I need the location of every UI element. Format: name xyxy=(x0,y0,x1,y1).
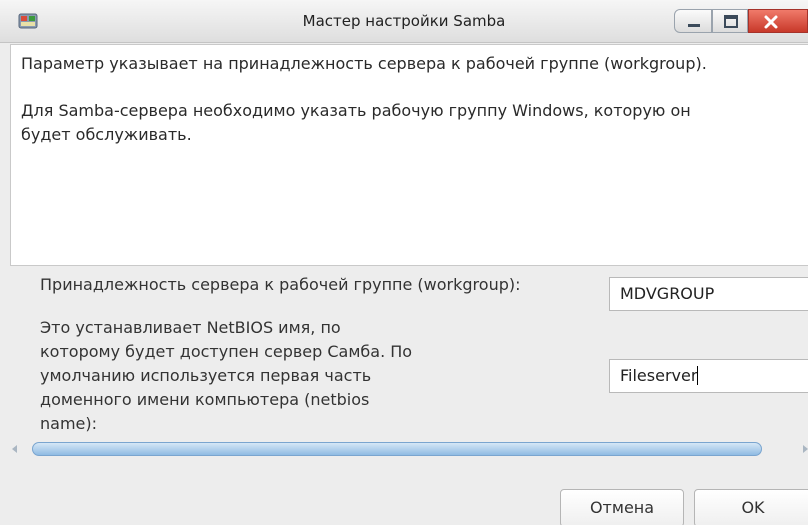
window-controls xyxy=(674,9,808,37)
netbios-name-input[interactable]: Fileserver xyxy=(609,359,808,393)
scrollbar-thumb[interactable] xyxy=(32,442,762,456)
netbios-label-line: которому будет доступен сервер Самба. По xyxy=(40,342,413,361)
minimize-button[interactable] xyxy=(674,9,712,33)
title-bar[interactable]: Мастер настройки Samba xyxy=(0,0,808,43)
close-icon xyxy=(764,15,778,29)
samba-wizard-window: Мастер настройки Samba Параметр указывае… xyxy=(0,0,808,525)
description-line-2: Для Samba-сервера необходимо указать раб… xyxy=(21,101,691,120)
netbios-name-input-value: Fileserver xyxy=(620,366,698,385)
ok-button[interactable]: OK xyxy=(694,489,808,525)
description-panel: Параметр указывает на принадлежность сер… xyxy=(10,44,808,266)
maximize-icon xyxy=(724,15,738,28)
maximize-button[interactable] xyxy=(712,9,748,33)
netbios-label-line: умолчанию используется первая часть xyxy=(40,366,372,385)
cancel-button[interactable]: Отмена xyxy=(560,489,684,525)
netbios-label-line: доменного имени компьютера (netbios xyxy=(40,390,370,409)
scroll-left-arrow-icon[interactable] xyxy=(12,445,17,453)
description-line-1: Параметр указывает на принадлежность сер… xyxy=(21,54,707,73)
description-line-3: будет обслуживать. xyxy=(21,125,192,144)
close-button[interactable] xyxy=(748,9,808,33)
netbios-label-line: Это устанавливает NetBIOS имя, по xyxy=(40,318,341,337)
workgroup-input-value: MDVGROUP xyxy=(620,284,715,303)
workgroup-input[interactable]: MDVGROUP xyxy=(609,277,808,311)
minimize-icon xyxy=(688,24,700,27)
text-cursor xyxy=(697,366,699,385)
horizontal-scrollbar[interactable] xyxy=(0,438,808,460)
scroll-right-arrow-icon[interactable] xyxy=(803,445,808,453)
workgroup-label: Принадлежность сервера к рабочей группе … xyxy=(40,275,521,294)
netbios-label-line: name): xyxy=(40,414,98,433)
